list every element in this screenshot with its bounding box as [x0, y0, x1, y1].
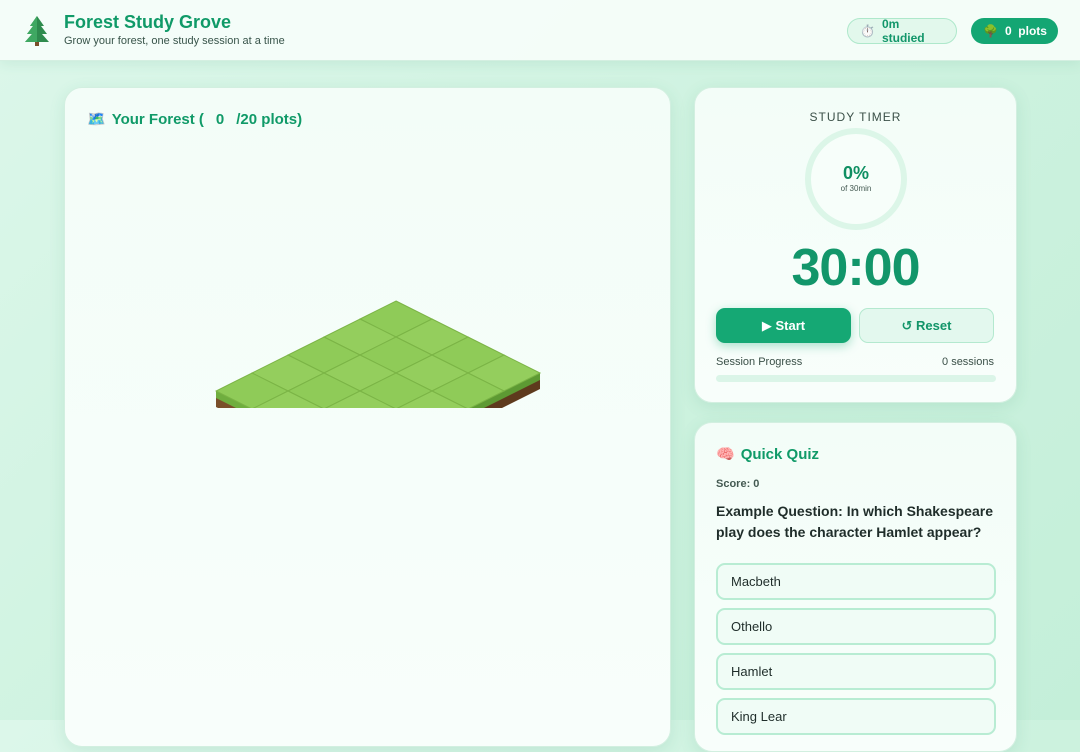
- session-progress-label: Session Progress: [716, 356, 803, 368]
- start-button[interactable]: ▶ Start: [716, 308, 851, 343]
- app-title: Forest Study Grove: [64, 12, 232, 32]
- map-icon: 🗺️: [87, 111, 106, 128]
- quiz-score: Score: 0: [716, 478, 760, 490]
- forest-title-suffix: /20 plots): [236, 110, 303, 128]
- pine-tree-icon: [25, 16, 49, 46]
- quick-quiz-panel: 🧠 Quick Quiz Score: 0 Example Question: …: [694, 422, 1017, 752]
- session-count: 0 sessions: [942, 356, 994, 368]
- session-progress-bar: [716, 375, 996, 382]
- quiz-question: Example Question: In which Shakespeare p…: [716, 503, 993, 540]
- brain-icon: 🧠: [716, 446, 735, 463]
- forest-title: 🗺️ Your Forest ( 0 /20 plots): [87, 110, 303, 129]
- reset-button[interactable]: ↺ Reset: [859, 308, 994, 343]
- forest-plot-count: 0: [215, 110, 225, 128]
- quiz-option-hamlet[interactable]: Hamlet: [716, 653, 996, 690]
- progress-percent: 0%: [842, 163, 869, 183]
- quiz-title-text: Quick Quiz: [740, 445, 820, 463]
- stopwatch-icon: ⏱️: [860, 24, 875, 38]
- plots-text: 0 plots: [1004, 24, 1047, 38]
- progress-ring: 0% of 30min: [805, 128, 907, 230]
- forest-panel: 🗺️ Your Forest ( 0 /20 plots): [64, 87, 671, 747]
- top-bar: Forest Study Grove Grow your forest, one…: [0, 0, 1080, 61]
- timer-label: STUDY TIMER: [809, 110, 902, 124]
- app-subtitle: Grow your forest, one study session at a…: [64, 35, 285, 47]
- quiz-option-king-lear[interactable]: King Lear: [716, 698, 996, 735]
- study-timer-panel: STUDY TIMER 0% of 30min 30:00 ▶ Start ↺ …: [694, 87, 1017, 403]
- studied-badge: ⏱️ 0m studied: [847, 17, 957, 45]
- forest-grid: [215, 300, 542, 408]
- plots-badge: 🌳 0 plots: [971, 18, 1058, 44]
- tree-icon: 🌳: [983, 24, 998, 38]
- progress-caption: of 30min: [840, 184, 872, 193]
- forest-title-prefix: Your Forest (: [111, 110, 204, 128]
- studied-text: 0m studied: [881, 17, 925, 45]
- quiz-option-macbeth[interactable]: Macbeth: [716, 563, 996, 600]
- quiz-title: 🧠 Quick Quiz: [716, 445, 820, 464]
- quiz-option-othello[interactable]: Othello: [716, 608, 996, 645]
- timer-clock: 30:00: [791, 239, 921, 297]
